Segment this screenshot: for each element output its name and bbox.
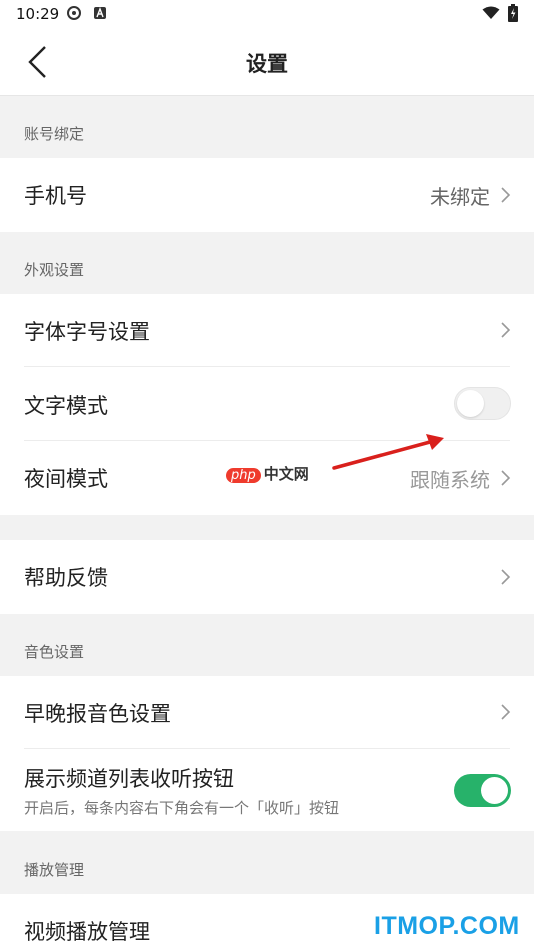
toggle-knob [457,390,484,417]
app-header: 设置 [0,28,534,96]
toggle-knob [481,777,508,804]
phone-value: 未绑定 [430,185,490,209]
row-briefing-voice[interactable]: 早晚报音色设置 [0,676,534,749]
aperture-icon [67,6,81,20]
row-help-feedback[interactable]: 帮助反馈 [0,540,534,614]
video-playback-label: 视频播放管理 [24,920,150,944]
php-watermark-text: 中文网 [263,465,309,483]
section-title-voice: 音色设置 [24,643,85,661]
section-title-playback: 播放管理 [24,861,85,879]
status-time: 10:29 [16,5,60,23]
font-settings-label: 字体字号设置 [24,320,150,344]
row-text-mode: 文字模式 [0,367,534,441]
chevron-right-icon [501,187,511,203]
app-notification-icon [94,7,106,19]
chevron-right-icon [501,569,511,585]
listen-button-label: 展示频道列表收听按钮 [24,767,234,791]
annotation-arrow-icon [332,434,444,470]
page-title: 设置 [246,52,288,76]
section-title-appearance: 外观设置 [24,261,85,279]
text-mode-label: 文字模式 [24,394,108,418]
status-bar: 10:29 [0,0,534,28]
row-phone[interactable]: 手机号 未绑定 [0,158,534,232]
section-title-account: 账号绑定 [24,125,85,143]
text-mode-toggle[interactable] [454,387,511,420]
row-listen-button: 展示频道列表收听按钮 开启后，每条内容右下角会有一个「收听」按钮 [0,749,534,831]
chevron-right-icon [501,704,511,720]
itmop-watermark: ITMOP.COM [374,912,520,940]
help-feedback-label: 帮助反馈 [24,566,108,590]
wifi-icon [482,6,500,19]
php-watermark: php 中文网 [226,463,309,484]
row-font-settings[interactable]: 字体字号设置 [0,294,534,367]
listen-button-description: 开启后，每条内容右下角会有一个「收听」按钮 [24,799,340,817]
listen-button-toggle[interactable] [454,774,511,807]
battery-icon [508,4,518,22]
phone-label: 手机号 [24,184,87,208]
php-watermark-badge: php [226,468,261,483]
chevron-right-icon [501,322,511,338]
chevron-right-icon [501,470,511,486]
briefing-voice-label: 早晚报音色设置 [24,702,171,726]
night-mode-label: 夜间模式 [24,467,108,491]
